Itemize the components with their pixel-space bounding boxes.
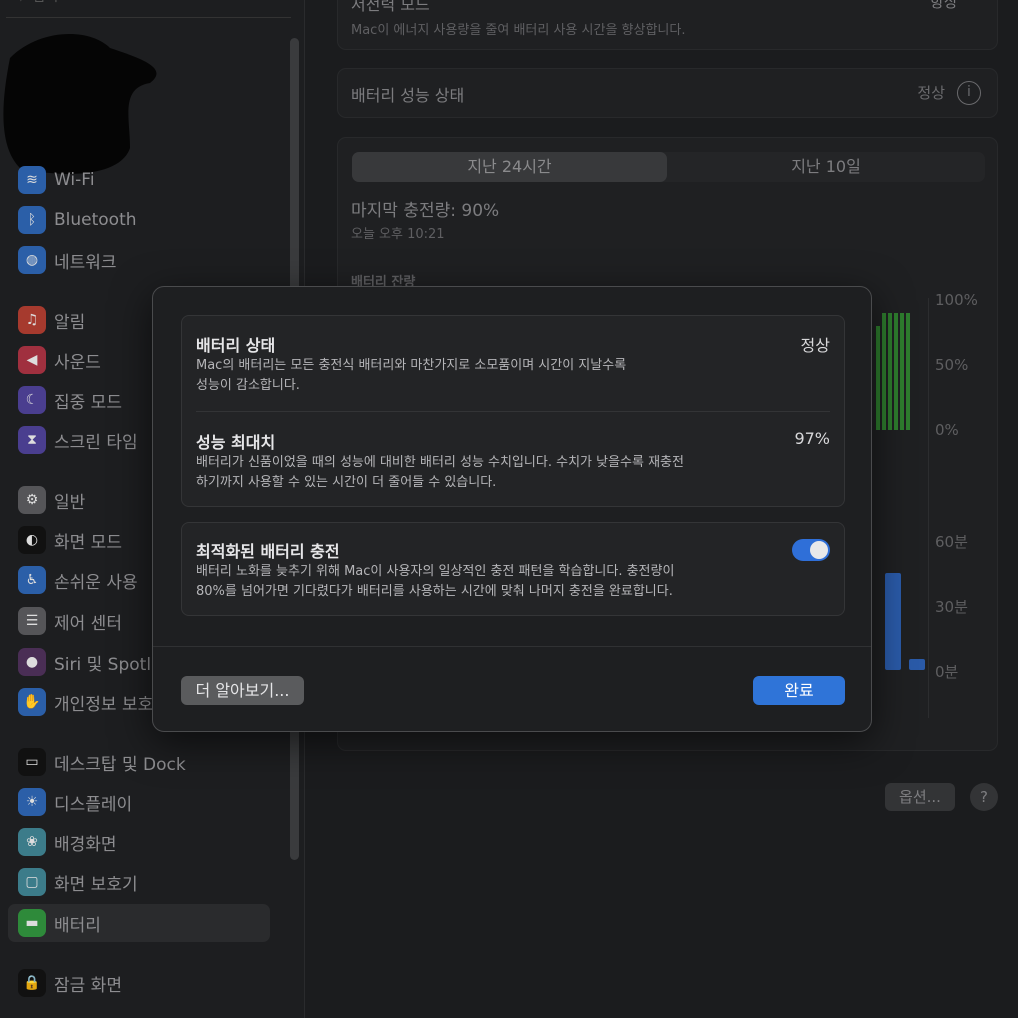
low-power-desc: Mac이 에너지 사용량을 줄여 배터리 사용 시간을 향상합니다. [351,23,686,38]
battery-state-value: 정상 [800,336,830,355]
battery-level-bar [888,313,892,430]
battery-info-card: 배터리 상태 정상 Mac의 배터리는 모든 충전식 배터리와 마찬가지로 소모… [181,315,845,507]
optimized-charging-desc-2: 80%를 넘어가면 기다렸다가 배터리를 사용하는 시간에 맞춰 나머지 충전을… [196,584,673,599]
low-power-select[interactable]: 항상 ⌃ [930,0,975,12]
sidebar-item-label: 알림 [54,312,86,333]
battery-health-row: 배터리 성능 상태 정상 i [337,68,998,118]
sidebar-item[interactable]: ▢ 화면 보호기 [8,863,270,901]
info-icon[interactable]: i [957,81,981,105]
sidebar-item-label: 배경화면 [54,834,117,855]
sidebar-item[interactable]: 🔒 잠금 화면 [8,964,270,1002]
low-power-mode-row: 저전력 모드 Mac이 에너지 사용량을 줄여 배터리 사용 시간을 향상합니다… [337,0,998,50]
max-capacity-desc-1: 배터리가 신품이었을 때의 성능에 대비한 배터리 성능 수치입니다. 수치가 … [196,455,684,470]
sidebar-item-label: Wi-Fi [54,170,95,190]
battery-health-title: 배터리 성능 상태 [351,86,465,105]
max-capacity-value: 97% [794,429,830,448]
sidebar-item-label: 화면 모드 [54,532,122,553]
usage-bar [909,659,925,670]
sidebar-item-label: 손쉬운 사용 [54,572,138,593]
sidebar-item[interactable]: ᛒ Bluetooth [8,201,270,239]
level-axis-100: 100% [935,291,978,309]
battery-health-value: 정상 [917,84,945,102]
optimized-charging-toggle[interactable] [792,539,830,561]
battery-state-desc-2: 성능이 감소합니다. [196,378,300,393]
battery-icon: ▬ [18,909,46,937]
last-charge: 마지막 충전량: 90% [351,201,500,221]
sidebar-item-label: 화면 보호기 [54,874,138,895]
sidebar-item[interactable]: ≋ Wi-Fi [8,161,270,199]
search-icon: ⌕ [20,0,32,5]
level-axis-0: 0% [935,421,959,439]
globe-icon: ◍ [18,246,46,274]
optimized-charging-title: 최적화된 배터리 충전 [196,542,340,561]
last-charge-time: 오늘 오후 10:21 [351,227,445,242]
sidebar-item[interactable]: ▬ 배터리 [8,904,270,942]
siri-icon: ● [18,648,46,676]
sidebar-item-label: 배터리 [54,915,101,936]
wifi-icon: ≋ [18,166,46,194]
search-input[interactable]: ⌕ 검색 [6,0,291,18]
optimized-charging-desc-1: 배터리 노화를 늦추기 위해 Mac이 사용자의 일상적인 충전 패턴을 학습합… [196,564,675,579]
battery-state-desc-1: Mac의 배터리는 모든 충전식 배터리와 마찬가지로 소모품이며 시간이 지날… [196,358,627,373]
search-placeholder: 검색 [32,0,58,5]
hourglass-icon: ⧗ [18,426,46,454]
moon-icon: ☾ [18,386,46,414]
sidebar-item[interactable]: ◍ 네트워크 [8,241,270,279]
bluetooth-icon: ᛒ [18,206,46,234]
sidebar-item-label: Bluetooth [54,210,137,230]
sidebar-item-label: 네트워크 [54,252,117,273]
accessibility-icon: ♿ [18,566,46,594]
battery-level-bar [876,326,880,430]
dialog-divider [153,646,871,647]
max-capacity-title: 성능 최대치 [196,433,276,452]
appearance-icon: ◐ [18,526,46,554]
sun-icon: ☀ [18,788,46,816]
sidebar-item[interactable]: ▭ 데스크탑 및 Dock [8,743,270,781]
sidebar-item-label: 잠금 화면 [54,975,122,996]
sidebar-item-label: 사운드 [54,352,101,373]
learn-more-button[interactable]: 더 알아보기... [181,676,304,705]
redaction-scribble [3,34,157,174]
sidebar-item[interactable]: ☀ 디스플레이 [8,783,270,821]
lock-icon: 🔒 [18,969,46,997]
sidebar-item-label: 디스플레이 [54,794,133,815]
divider [196,411,830,412]
low-power-title: 저전력 모드 [351,0,430,14]
chevron-updown-icon: ⌃ [962,0,975,11]
hand-icon: ✋ [18,688,46,716]
battery-state-title: 배터리 상태 [196,336,276,355]
sidebar-item-label: 제어 센터 [54,613,122,634]
chart-axis-line [928,298,929,718]
options-button[interactable]: 옵션... [885,783,955,811]
optimized-charging-card: 최적화된 배터리 충전 배터리 노화를 늦추기 위해 Mac이 사용자의 일상적… [181,522,845,616]
usage-axis-30: 30분 [935,598,968,616]
bell-icon: ♫ [18,306,46,334]
speaker-icon: ◀ [18,346,46,374]
dock-icon: ▭ [18,748,46,776]
help-button[interactable]: ? [970,783,998,811]
sidebar-item-label: 일반 [54,492,86,513]
battery-health-dialog: 배터리 상태 정상 Mac의 배터리는 모든 충전식 배터리와 마찬가지로 소모… [152,286,872,732]
tab-24-hours[interactable]: 지난 24시간 [352,152,667,182]
max-capacity-desc-2: 하기까지 사용할 수 있는 시간이 더 줄어들 수 있습니다. [196,475,497,490]
wallpaper-icon: ❀ [18,828,46,856]
battery-level-bar [906,313,910,430]
tab-10-days[interactable]: 지난 10일 [667,152,985,182]
battery-level-bar [894,313,898,430]
sidebar-item-label: 데스크탑 및 Dock [54,754,186,775]
sidebar-item-label: 집중 모드 [54,392,122,413]
usage-axis-60: 60분 [935,533,968,551]
done-button[interactable]: 완료 [753,676,845,705]
battery-level-bar [882,313,886,430]
control-center-icon: ☰ [18,607,46,635]
gear-icon: ⚙ [18,486,46,514]
usage-axis-0: 0분 [935,663,959,681]
usage-bar [885,572,901,670]
battery-level-bar [900,313,904,430]
screensaver-icon: ▢ [18,868,46,896]
sidebar-item-label: 스크린 타임 [54,432,138,453]
time-range-segmented[interactable]: 지난 24시간 지난 10일 [352,152,985,182]
sidebar-item[interactable]: ❀ 배경화면 [8,823,270,861]
level-axis-50: 50% [935,356,969,374]
